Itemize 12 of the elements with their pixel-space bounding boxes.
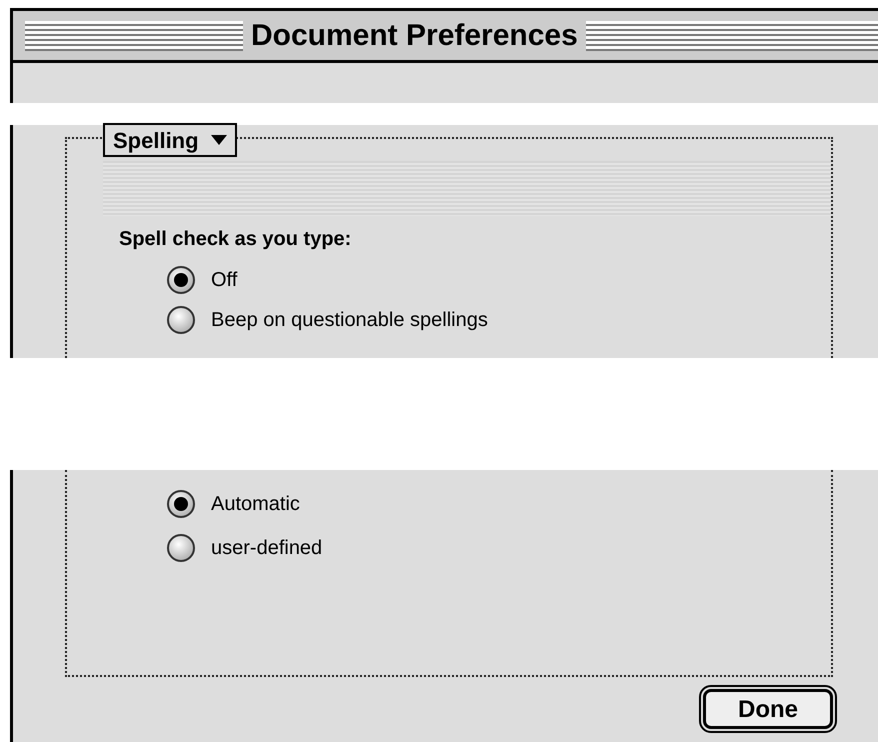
radio-label: Automatic bbox=[211, 492, 300, 517]
spelling-popup[interactable]: Spelling bbox=[103, 123, 237, 157]
radio-label: Off bbox=[211, 268, 238, 293]
radio-button[interactable] bbox=[167, 534, 195, 562]
radio-button[interactable] bbox=[167, 306, 195, 334]
radio-label: Beep on questionable spellings bbox=[211, 308, 488, 333]
caret-icon bbox=[210, 135, 227, 145]
radio-button[interactable] bbox=[167, 266, 195, 294]
radio-button[interactable] bbox=[167, 490, 195, 518]
window-title: Document Preferences bbox=[251, 18, 578, 54]
section-label: Spell check as you type: bbox=[119, 227, 352, 252]
radio-label: user-defined bbox=[211, 536, 322, 561]
